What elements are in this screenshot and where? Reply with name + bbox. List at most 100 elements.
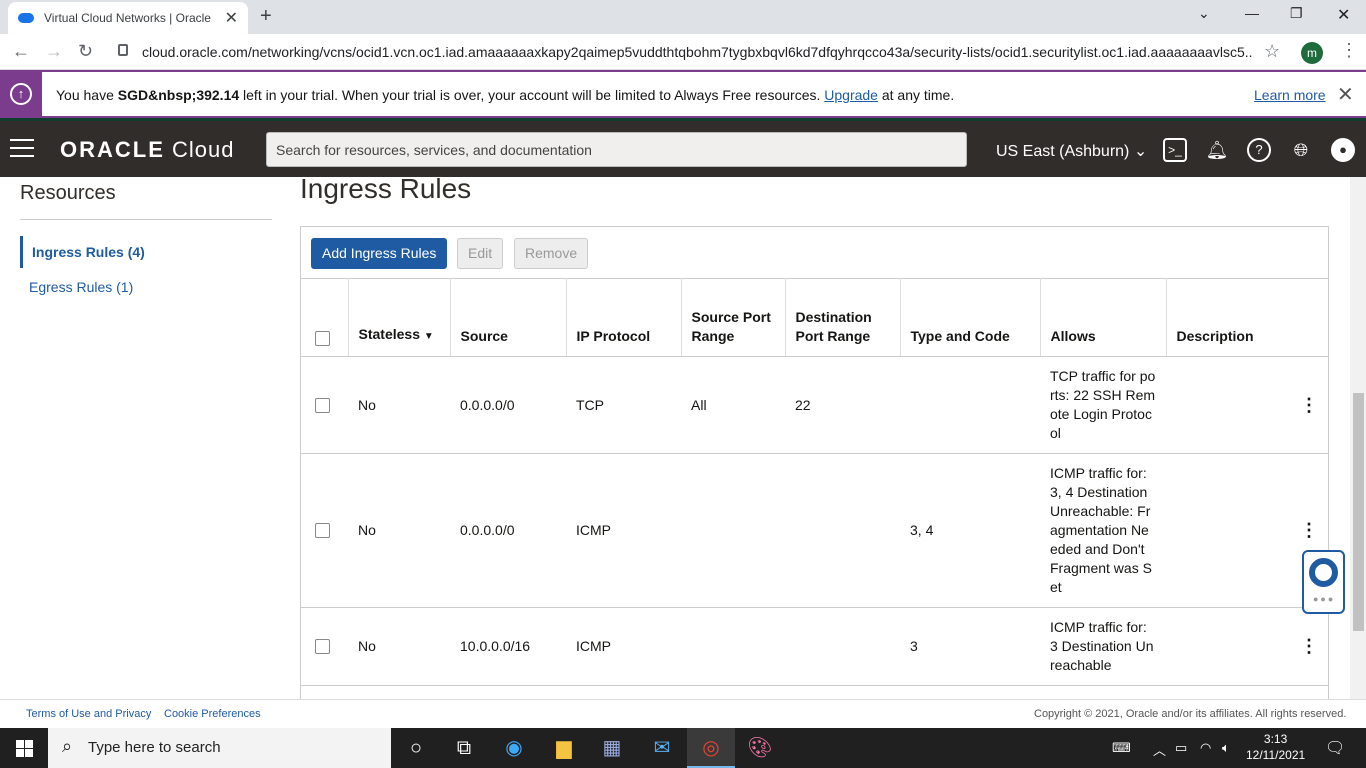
bookmark-star-icon[interactable]: ☆ [1264,41,1280,62]
select-all-checkbox[interactable] [315,331,330,346]
tab-title: Virtual Cloud Networks | Oracle C [44,11,214,25]
resources-heading: Resources [20,182,116,204]
row-checkbox[interactable] [315,523,330,538]
keyboard-icon[interactable]: ⌨ [1112,740,1131,756]
edge-browser-icon[interactable]: ◉ [490,728,538,768]
chevron-down-icon: ⌄ [1133,143,1148,160]
system-clock[interactable]: 3:13 12/11/2021 [1246,731,1305,763]
windows-taskbar: ⌕ Type here to search ○ ⧉ ◉ ▆ ▦ ✉ ◎ 🎨︎ ⌨… [0,728,1366,768]
cookie-preferences-link[interactable]: Cookie Preferences [164,708,261,720]
source-port-cell [681,453,785,608]
cortana-icon[interactable]: ○ [392,728,440,768]
volume-icon[interactable]: 🔈︎ [1222,740,1230,756]
col-type-and-code: Type and Code [900,278,1041,357]
restore-button[interactable]: ❐ [1290,5,1303,22]
destination-port-cell [785,607,900,686]
search-icon: ⌕ [62,736,73,756]
upgrade-arrow-icon: ↑ [0,72,42,116]
row-checkbox[interactable] [315,639,330,654]
remove-button[interactable]: Remove [514,238,589,269]
tab-search-icon[interactable]: ⌄ [1198,5,1210,22]
profile-avatar[interactable]: m [1301,42,1323,64]
row-checkbox[interactable] [315,397,330,413]
hamburger-menu-icon[interactable] [10,139,34,157]
close-banner-icon[interactable]: ✕ [1337,82,1354,107]
type-code-cell: 3, 4 [900,453,1040,608]
stateless-cell: No [348,356,450,454]
paint-icon[interactable]: 🎨︎ [736,728,784,768]
row-actions-menu-icon[interactable]: ⋮ [1166,356,1328,454]
forward-arrow-icon[interactable]: → [45,41,63,62]
wifi-icon[interactable]: ◠ [1200,740,1211,756]
trial-middle: left in your trial. When your trial is o… [239,87,825,103]
destination-port-cell: 22 [785,356,900,454]
windows-start-icon[interactable] [16,740,33,757]
microsoft-store-icon[interactable]: ▦ [588,728,636,768]
row-checkbox-cell [301,453,348,608]
task-view-icon[interactable]: ⧉ [440,728,488,768]
close-tab-icon[interactable]: ✕ [225,8,238,28]
ingress-rules-panel: Add Ingress Rules Edit Remove Stateless … [300,226,1329,699]
col-stateless[interactable]: Stateless ▼ [348,278,451,357]
protocol-cell: ICMP [566,607,681,686]
browser-menu-icon[interactable]: ⋮ [1340,40,1358,61]
cloud-shell-icon[interactable]: >_ [1163,138,1187,162]
lock-icon[interactable] [118,44,128,56]
sidebar-item-egress-rules[interactable]: Egress Rules (1) [20,279,133,295]
oracle-cloud-favicon [18,13,34,23]
trial-suffix: at any time. [877,87,955,103]
show-hidden-icons-icon[interactable]: ︿ [1153,740,1166,759]
battery-icon[interactable]: ▭ [1175,740,1187,756]
row-actions-menu-icon[interactable]: ⋮ [1166,607,1328,686]
destination-port-cell [785,453,900,608]
search-input[interactable]: Search for resources, services, and docu… [266,132,967,167]
browser-tab[interactable]: Virtual Cloud Networks | Oracle C ✕ [8,2,248,34]
language-globe-icon[interactable]: 🌐︎ [1289,138,1313,162]
chrome-icon[interactable]: ◎ [687,728,735,768]
page-scrollbar[interactable] [1350,177,1366,699]
taskbar-search-placeholder: Type here to search [88,739,221,756]
trial-amount: SGD&nbsp;392.14 [117,87,240,103]
oracle-cloud-logo[interactable]: ORACLE Cloud [60,137,234,163]
help-question-icon[interactable]: ? [1247,138,1271,162]
user-profile-icon[interactable]: ● [1331,138,1355,162]
taskbar-search-input[interactable]: ⌕ Type here to search [48,728,391,768]
close-window-button[interactable]: ✕ [1337,5,1350,25]
notification-center-icon[interactable]: 🗨︎ [1325,738,1345,758]
reload-icon[interactable]: ↻ [78,41,93,62]
source-cell: 0.0.0.0/0 [450,356,566,454]
drag-handle-icon[interactable]: ●●● [1313,594,1335,604]
source-cell: 0.0.0.0/0 [450,453,566,608]
file-explorer-icon[interactable]: ▆ [540,728,588,768]
help-widget-button[interactable]: ●●● [1302,550,1345,614]
minimize-button[interactable]: — [1245,5,1259,21]
clock-date: 12/11/2021 [1246,748,1306,762]
new-tab-button[interactable]: + [260,5,272,28]
console-footer: Terms of Use and Privacy Cookie Preferen… [0,699,1366,728]
back-arrow-icon[interactable]: ← [12,41,30,62]
table-row: No 10.0.0.0/16 ICMP 3 ICMP traffic for: … [301,607,1328,686]
stateless-cell: No [348,453,450,608]
allows-text: TCP traffic for ports: 22 SSH Remote Log… [1050,368,1156,441]
select-all-cell [301,278,349,357]
protocol-cell: ICMP [566,453,681,608]
sidebar-item-ingress-rules[interactable]: Ingress Rules (4) [20,236,145,268]
copyright-text: Copyright © 2021, Oracle and/or its affi… [1034,708,1347,720]
upgrade-link[interactable]: Upgrade [824,87,878,103]
address-bar: ← → ↻ cloud.oracle.com/networking/vcns/o… [0,34,1366,70]
learn-more-link[interactable]: Learn more [1254,87,1326,103]
source-port-cell: All [681,356,785,454]
allows-cell: ICMP traffic for: 3, 4 Destination Unrea… [1040,453,1166,608]
terms-link[interactable]: Terms of Use and Privacy [26,708,151,720]
region-selector[interactable]: US East (Ashburn) ⌄ [996,141,1147,161]
mail-icon[interactable]: ✉ [638,728,686,768]
notifications-bell-icon[interactable]: 🔔︎ [1205,138,1229,162]
source-port-cell [681,607,785,686]
scrollbar-thumb[interactable] [1353,393,1364,631]
allows-cell: ICMP traffic for: 3 Destination Unreacha… [1040,607,1166,686]
browser-tab-strip: Virtual Cloud Networks | Oracle C ✕ + ⌄ … [0,0,1366,34]
col-ip-protocol: IP Protocol [566,278,682,357]
edit-button[interactable]: Edit [457,238,504,269]
add-ingress-rules-button[interactable]: Add Ingress Rules [311,238,448,269]
url-field[interactable]: cloud.oracle.com/networking/vcns/ocid1.v… [142,44,1252,60]
